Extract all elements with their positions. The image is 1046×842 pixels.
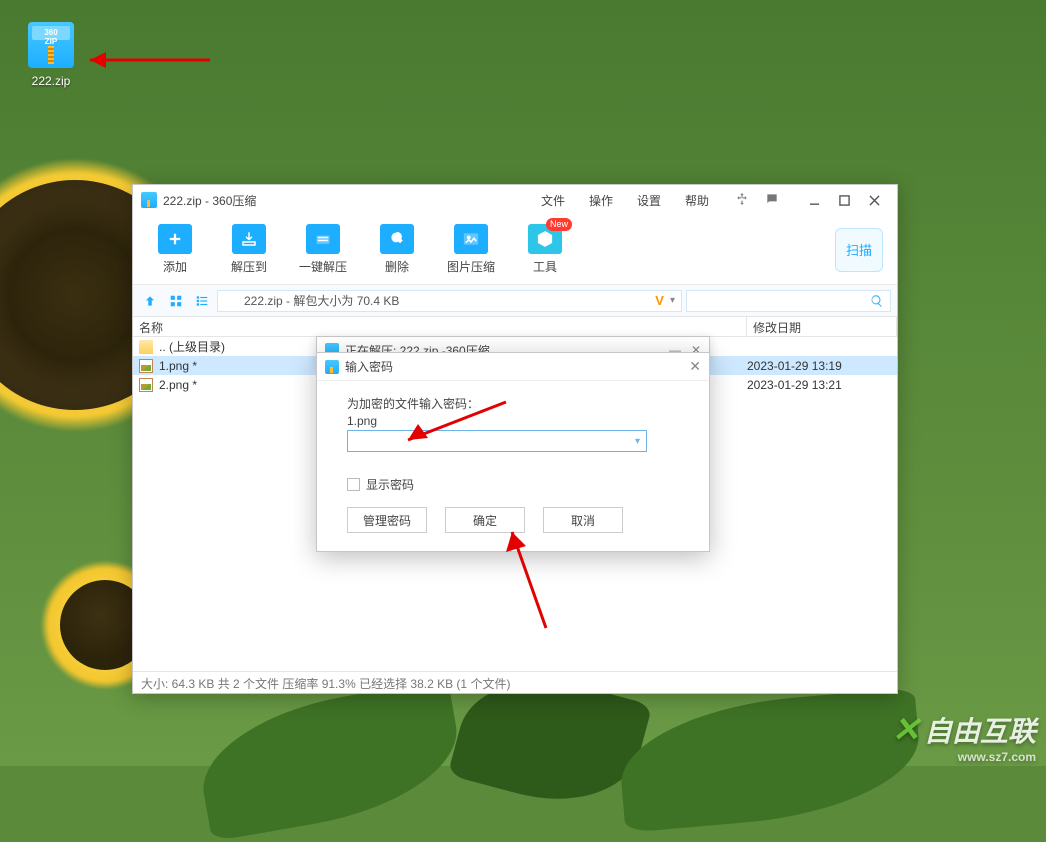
watermark: ✕ 自由互联 www.sz7.com <box>891 710 1036 750</box>
column-header: 名称 修改日期 <box>133 317 897 337</box>
toolbar-add[interactable]: 添加 <box>147 224 203 275</box>
toolbar-scan[interactable]: 扫描 <box>835 228 883 272</box>
column-date[interactable]: 修改日期 <box>747 317 897 336</box>
add-icon <box>158 224 192 254</box>
path-box[interactable]: 222.zip - 解包大小为 70.4 KB V ▾ <box>217 290 682 312</box>
menu-help[interactable]: 帮助 <box>685 192 709 209</box>
toolbar-extract-to[interactable]: 解压到 <box>221 224 277 275</box>
app-icon <box>141 192 157 208</box>
skin-icon[interactable] <box>735 192 749 209</box>
toolbar-tools[interactable]: New 工具 <box>517 224 573 275</box>
image-compress-icon <box>454 224 488 254</box>
delete-icon <box>380 224 414 254</box>
nav-bar: 222.zip - 解包大小为 70.4 KB V ▾ <box>133 285 897 317</box>
menu-file[interactable]: 文件 <box>541 192 565 209</box>
feedback-icon[interactable] <box>765 192 779 209</box>
view-grid-icon[interactable] <box>165 290 187 312</box>
path-v-badge: V <box>655 293 664 308</box>
folder-icon <box>139 340 153 354</box>
password-dialog: 输入密码 ✕ 为加密的文件输入密码： 1.png ▾ 显示密码 管理密码 确定 … <box>316 352 710 552</box>
nav-up-icon[interactable] <box>139 290 161 312</box>
image-file-icon <box>139 359 153 373</box>
toolbar-image-compress[interactable]: 图片压缩 <box>443 224 499 275</box>
search-box[interactable] <box>686 290 891 312</box>
oneclick-icon <box>306 224 340 254</box>
menu-settings[interactable]: 设置 <box>637 192 661 209</box>
ok-button[interactable]: 确定 <box>445 507 525 533</box>
path-icon <box>224 294 238 308</box>
app-icon <box>325 360 339 374</box>
extract-icon <box>232 224 266 254</box>
tools-icon: New <box>528 224 562 254</box>
show-password-label: 显示密码 <box>366 476 414 493</box>
password-prompt: 为加密的文件输入密码： <box>347 395 679 412</box>
view-list-icon[interactable] <box>191 290 213 312</box>
toolbar-oneclick[interactable]: 一键解压 <box>295 224 351 275</box>
path-text: 222.zip - 解包大小为 70.4 KB <box>244 292 399 309</box>
status-bar: 大小: 64.3 KB 共 2 个文件 压缩率 91.3% 已经选择 38.2 … <box>133 671 897 693</box>
window-title: 222.zip - 360压缩 <box>163 192 256 209</box>
image-file-icon <box>139 378 153 392</box>
watermark-logo-icon: ✕ <box>891 710 920 750</box>
close-icon[interactable]: ✕ <box>689 358 701 375</box>
column-name[interactable]: 名称 <box>133 317 747 336</box>
minimize-button[interactable] <box>799 188 829 212</box>
chevron-down-icon[interactable]: ▾ <box>670 295 675 306</box>
password-input[interactable]: ▾ <box>347 430 647 452</box>
manage-password-button[interactable]: 管理密码 <box>347 507 427 533</box>
new-badge: New <box>546 218 572 231</box>
password-filename: 1.png <box>347 414 679 428</box>
dialog-titlebar[interactable]: 输入密码 ✕ <box>317 353 709 381</box>
zip-file-icon: 360ZIP <box>28 22 74 68</box>
desktop-file-label: 222.zip <box>32 74 71 88</box>
menu-action[interactable]: 操作 <box>589 192 613 209</box>
cancel-button[interactable]: 取消 <box>543 507 623 533</box>
maximize-button[interactable] <box>829 188 859 212</box>
search-icon <box>870 294 884 308</box>
chevron-down-icon[interactable]: ▾ <box>635 436 640 447</box>
desktop-file-icon[interactable]: 360ZIP 222.zip <box>16 22 86 90</box>
toolbar: 添加 解压到 一键解压 删除 图片压缩 New 工具 扫描 <box>133 215 897 285</box>
titlebar[interactable]: 222.zip - 360压缩 文件 操作 设置 帮助 <box>133 185 897 215</box>
menu-bar: 文件 操作 设置 帮助 <box>541 192 709 209</box>
dialog-title: 输入密码 <box>345 358 393 375</box>
toolbar-delete[interactable]: 删除 <box>369 224 425 275</box>
show-password-checkbox[interactable] <box>347 478 360 491</box>
close-button[interactable] <box>859 188 889 212</box>
